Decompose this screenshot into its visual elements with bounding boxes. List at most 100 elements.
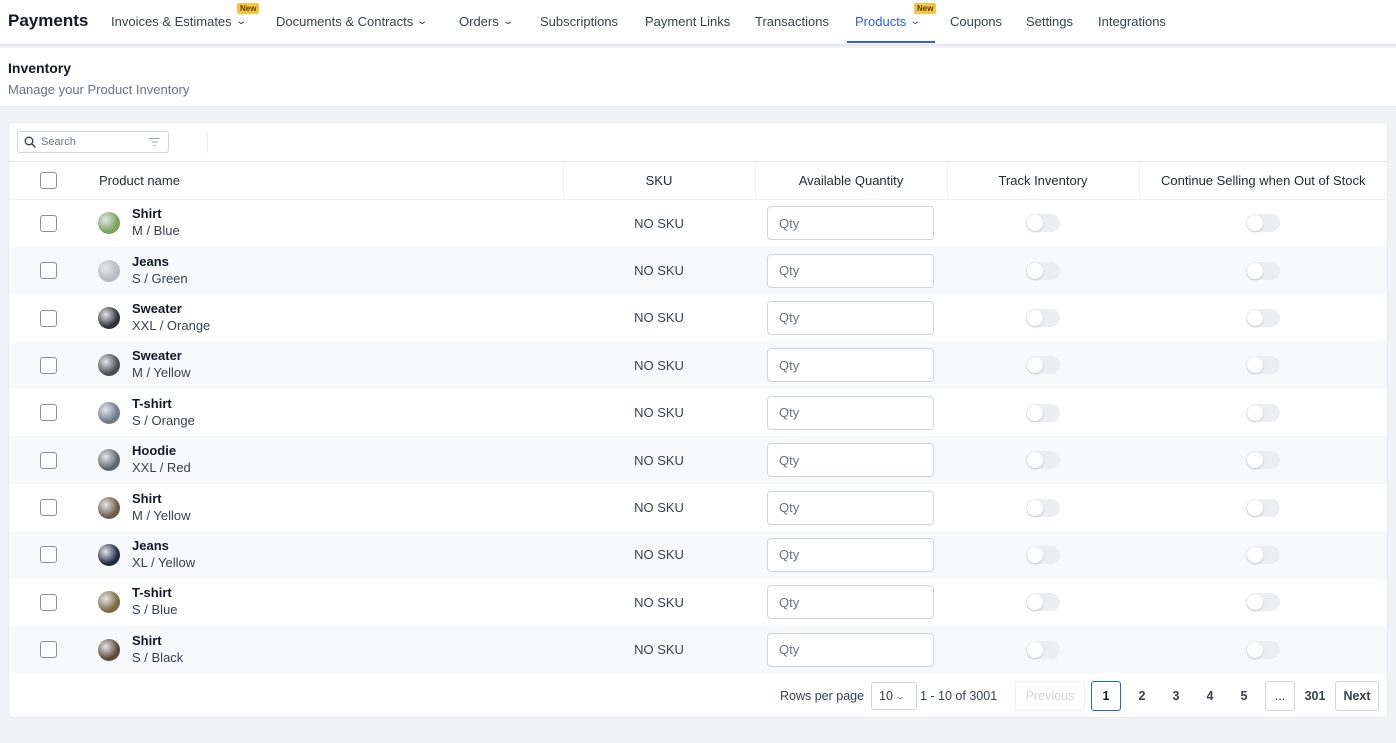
row-select-cell (9, 247, 87, 294)
product-name: Sweater (132, 300, 182, 316)
nav-payment-links[interactable]: Payment Links (645, 14, 730, 29)
quantity-cell (755, 579, 947, 626)
row-checkbox[interactable] (39, 641, 57, 659)
product-variant: M / Blue (132, 223, 180, 239)
page-2-button[interactable]: 2 (1129, 681, 1155, 711)
continue-selling-toggle[interactable] (1246, 308, 1280, 327)
track-inventory-toggle[interactable] (1026, 403, 1060, 422)
rows-per-page-select[interactable]: 10 ⌄ (871, 682, 917, 710)
continue-selling-toggle[interactable] (1246, 640, 1280, 659)
quantity-input[interactable] (767, 253, 934, 288)
track-inventory-toggle[interactable] (1026, 593, 1060, 612)
product-variant: S / Green (132, 270, 188, 286)
quantity-input[interactable] (767, 585, 934, 620)
track-inventory-toggle[interactable] (1026, 308, 1060, 327)
page-header: Inventory Manage your Product Inventory (0, 48, 1396, 106)
table-row: T-shirt S / Blue NO SKU (9, 579, 1387, 626)
column-header-track-inventory[interactable]: Track Inventory (946, 161, 1139, 200)
quantity-input[interactable] (767, 537, 934, 572)
quantity-cell (755, 531, 947, 578)
continue-selling-cell (1139, 389, 1387, 436)
quantity-cell (755, 484, 947, 531)
nav-subscriptions[interactable]: Subscriptions (540, 14, 618, 29)
product-name: T-shirt (132, 395, 172, 411)
filter-icon[interactable] (149, 137, 160, 147)
nav-label: Invoices & Estimates (111, 14, 232, 29)
page-301-button[interactable]: 301 (1300, 681, 1330, 711)
quantity-input[interactable] (767, 490, 934, 525)
quantity-input[interactable] (767, 348, 934, 383)
continue-selling-cell (1139, 579, 1387, 626)
column-header-continue-selling[interactable]: Continue Selling when Out of Stock (1138, 161, 1387, 200)
row-checkbox[interactable] (39, 356, 57, 374)
row-checkbox[interactable] (39, 309, 57, 327)
row-checkbox[interactable] (39, 499, 57, 517)
continue-selling-toggle[interactable] (1246, 214, 1280, 233)
continue-selling-toggle[interactable] (1246, 545, 1280, 564)
search-input[interactable] (41, 136, 141, 148)
page-4-button[interactable]: 4 (1197, 681, 1223, 711)
nav-integrations[interactable]: Integrations (1098, 14, 1166, 29)
nav-settings[interactable]: Settings (1026, 14, 1073, 29)
product-name: Hoodie (132, 443, 177, 459)
track-inventory-toggle[interactable] (1026, 545, 1060, 564)
previous-button[interactable]: Previous (1015, 681, 1085, 711)
nav-coupons[interactable]: Coupons (950, 14, 1002, 29)
search-icon (24, 136, 36, 148)
quantity-input[interactable] (767, 632, 934, 667)
quantity-input[interactable] (767, 395, 934, 430)
continue-selling-toggle[interactable] (1246, 451, 1280, 470)
row-select-cell (9, 531, 87, 578)
nav-invoices-estimates[interactable]: Invoices & Estimates ⌄ (111, 14, 247, 29)
row-select-cell (9, 579, 87, 626)
nav-products[interactable]: Products ⌄ (855, 14, 921, 29)
table-row: Jeans XL / Yellow NO SKU (9, 531, 1387, 579)
chevron-down-icon: ⌄ (895, 691, 905, 701)
track-inventory-toggle[interactable] (1026, 261, 1060, 280)
inventory-table: Product name SKU Available Quantity Trac… (9, 161, 1387, 674)
new-badge: New (914, 3, 937, 14)
column-header-available-quantity[interactable]: Available Quantity (754, 161, 947, 200)
page-3-button[interactable]: 3 (1163, 681, 1189, 711)
product-variant: S / Orange (132, 412, 195, 428)
track-inventory-toggle[interactable] (1026, 214, 1060, 233)
product-cell: T-shirt S / Orange (87, 389, 563, 436)
chevron-down-icon: ⌄ (234, 16, 247, 27)
page-title: Inventory (8, 60, 72, 76)
continue-selling-cell (1139, 436, 1387, 483)
continue-selling-toggle[interactable] (1246, 498, 1280, 517)
nav-orders[interactable]: Orders ⌄ (459, 14, 514, 29)
continue-selling-toggle[interactable] (1246, 593, 1280, 612)
row-checkbox[interactable] (39, 451, 57, 469)
nav-documents-contracts[interactable]: Documents & Contracts ⌄ (276, 14, 428, 29)
page-1-button[interactable]: 1 (1091, 681, 1121, 711)
search-box[interactable] (17, 131, 169, 153)
product-cell: Sweater XXL / Orange (87, 294, 563, 341)
row-checkbox[interactable] (39, 262, 57, 280)
continue-selling-toggle[interactable] (1246, 261, 1280, 280)
track-inventory-toggle[interactable] (1026, 356, 1060, 375)
row-checkbox[interactable] (39, 593, 57, 611)
column-header-sku[interactable]: SKU (562, 161, 755, 200)
continue-selling-toggle[interactable] (1246, 403, 1280, 422)
quantity-input[interactable] (767, 443, 934, 478)
track-inventory-toggle[interactable] (1026, 640, 1060, 659)
track-inventory-toggle[interactable] (1026, 498, 1060, 517)
next-button[interactable]: Next (1335, 681, 1379, 711)
track-inventory-cell (947, 389, 1139, 436)
nav-transactions[interactable]: Transactions (755, 14, 829, 29)
row-checkbox[interactable] (39, 404, 57, 422)
continue-selling-cell (1139, 247, 1387, 294)
product-thumbnail (98, 306, 120, 329)
row-checkbox[interactable] (39, 546, 57, 564)
select-all-checkbox[interactable] (39, 172, 57, 190)
page-ellipsis-button[interactable]: ... (1265, 681, 1295, 711)
column-header-product-name[interactable]: Product name (87, 161, 564, 200)
continue-selling-cell (1139, 484, 1387, 531)
continue-selling-toggle[interactable] (1246, 356, 1280, 375)
quantity-input[interactable] (767, 300, 934, 335)
quantity-input[interactable] (767, 206, 934, 241)
track-inventory-toggle[interactable] (1026, 451, 1060, 470)
page-5-button[interactable]: 5 (1231, 681, 1257, 711)
row-checkbox[interactable] (39, 214, 57, 232)
